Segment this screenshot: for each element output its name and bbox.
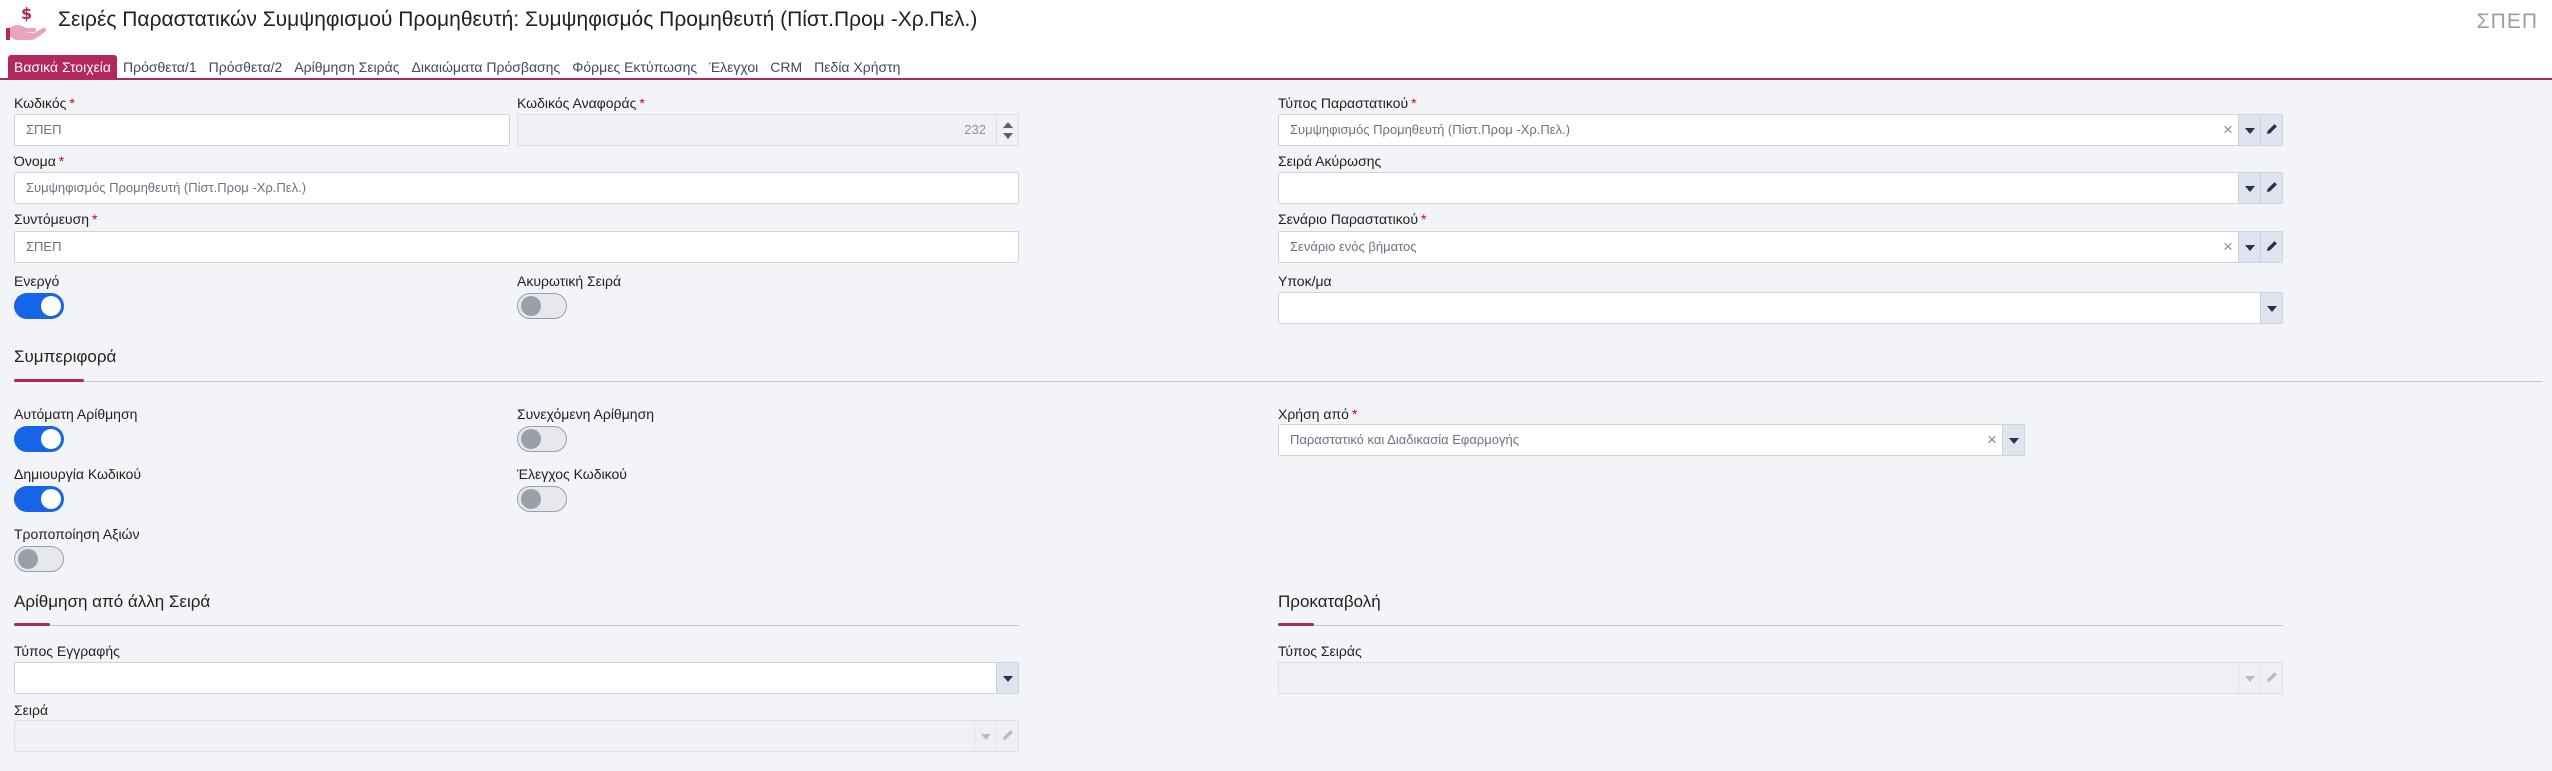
auto-numbering-toggle[interactable]	[14, 426, 64, 452]
document-scenario-label: Σενάριο Παραστατικού *	[1278, 211, 1427, 227]
used-by-select[interactable]: Παραστατικό και Διαδικασία Εφαρμογής ×	[1278, 424, 2025, 456]
chevron-down-icon[interactable]	[974, 721, 996, 751]
chevron-down-icon[interactable]	[996, 663, 1018, 693]
series-type-select[interactable]	[1278, 662, 2283, 694]
numbering-from-other-title: Αρίθμηση από άλλη Σειρά	[14, 592, 211, 611]
tab-print-forms[interactable]: Φόρμες Εκτύπωσης	[566, 55, 703, 79]
code-creation-label: Δημιουργία Κωδικού	[14, 466, 142, 482]
spin-up-icon[interactable]	[1003, 122, 1013, 128]
number-spinner[interactable]	[996, 115, 1018, 145]
cancelling-series-toggle[interactable]	[517, 293, 567, 319]
chevron-down-icon[interactable]	[2002, 425, 2024, 455]
value-modification-toggle[interactable]	[14, 546, 64, 572]
clear-icon[interactable]: ×	[2218, 115, 2238, 145]
abbreviation-label: Συντόμευση *	[14, 211, 98, 227]
tab-series-numbering[interactable]: Αρίθμηση Σειράς	[288, 55, 405, 79]
series-select[interactable]	[14, 720, 1019, 752]
clear-icon[interactable]: ×	[1982, 425, 2002, 455]
active-label: Ενεργό	[14, 273, 60, 289]
document-type-select[interactable]: Συμψηφισμός Προμηθευτή (Πίστ.Προμ -Χρ.Πε…	[1278, 114, 2283, 146]
chevron-down-icon[interactable]	[2238, 115, 2260, 145]
cancelling-series-label: Ακυρωτική Σειρά	[517, 273, 622, 289]
chevron-down-icon[interactable]	[2238, 232, 2260, 262]
behavior-section-title: Συμπεριφορά	[14, 347, 117, 366]
section-divider	[14, 625, 1019, 626]
name-field[interactable]: Συμψηφισμός Προμηθευτή (Πίστ.Προμ -Χρ.Πε…	[14, 172, 1019, 204]
continuous-numbering-toggle[interactable]	[517, 426, 567, 452]
reference-code-label: Κωδικός Αναφοράς *	[517, 95, 645, 111]
tab-checks[interactable]: Έλεγχοι	[703, 55, 764, 79]
edit-icon[interactable]	[2260, 663, 2282, 693]
cancel-series-label: Σειρά Ακύρωσης	[1278, 153, 1382, 169]
section-accent	[14, 379, 84, 382]
tab-bar: Βασικά Στοιχεία Πρόσθετα/1 Πρόσθετα/2 Αρ…	[8, 55, 906, 79]
hand-dollar-icon: $	[4, 2, 48, 42]
tab-access-rights[interactable]: Δικαιώματα Πρόσβασης	[405, 55, 566, 79]
code-field[interactable]: ΣΠΕΠ	[14, 114, 510, 146]
edit-icon[interactable]	[2260, 232, 2282, 262]
cancel-series-select[interactable]	[1278, 172, 2283, 204]
record-code: ΣΠΕΠ	[2476, 10, 2538, 33]
record-type-select[interactable]	[14, 662, 1019, 694]
tab-user-fields[interactable]: Πεδία Χρήστη	[808, 55, 906, 79]
code-creation-toggle[interactable]	[14, 486, 64, 512]
reference-code-field[interactable]: 232	[517, 114, 1019, 146]
section-divider	[14, 381, 2542, 382]
page-title: Σειρές Παραστατικών Συμψηφισμού Προμηθευ…	[58, 8, 978, 31]
spin-down-icon[interactable]	[1003, 133, 1013, 139]
chevron-down-icon[interactable]	[2238, 663, 2260, 693]
section-divider	[1278, 625, 2283, 626]
page-header: $ Σειρές Παραστατικών Συμψηφισμού Προμηθ…	[0, 0, 2552, 46]
used-by-label: Χρήση από *	[1278, 406, 1358, 422]
abbreviation-field[interactable]: ΣΠΕΠ	[14, 231, 1019, 263]
active-toggle[interactable]	[14, 293, 64, 319]
chevron-down-icon[interactable]	[2238, 173, 2260, 203]
prepayment-title: Προκαταβολή	[1278, 592, 1381, 611]
tab-extra-2[interactable]: Πρόσθετα/2	[203, 55, 289, 79]
clear-icon[interactable]: ×	[2218, 232, 2238, 262]
series-label: Σειρά	[14, 702, 49, 718]
edit-icon[interactable]	[996, 721, 1018, 751]
document-type-label: Τύπος Παραστατικού *	[1278, 95, 1417, 111]
branch-label: Υποκ/μα	[1278, 273, 1332, 289]
edit-icon[interactable]	[2260, 173, 2282, 203]
svg-text:$: $	[21, 4, 32, 23]
series-type-label: Τύπος Σειράς	[1278, 643, 1362, 659]
tab-crm[interactable]: CRM	[764, 55, 808, 79]
branch-select[interactable]	[1278, 292, 2283, 324]
tab-basic-info[interactable]: Βασικά Στοιχεία	[8, 55, 118, 79]
continuous-numbering-label: Συνεχόμενη Αρίθμηση	[517, 406, 654, 422]
chevron-down-icon[interactable]	[2260, 293, 2282, 323]
code-check-toggle[interactable]	[517, 486, 567, 512]
value-modification-label: Τροποποίηση Αξιών	[14, 526, 140, 542]
edit-icon[interactable]	[2260, 115, 2282, 145]
record-type-label: Τύπος Εγγραφής	[14, 643, 120, 659]
section-accent	[1278, 623, 1314, 626]
code-label: Κωδικός *	[14, 95, 75, 111]
form-content: Κωδικός * ΣΠΕΠ Κωδικός Αναφοράς * 232 Τύπο…	[0, 80, 2552, 771]
document-scenario-select[interactable]: Σενάριο ενός βήματος ×	[1278, 231, 2283, 263]
tab-extra-1[interactable]: Πρόσθετα/1	[117, 55, 203, 79]
name-label: Όνομα *	[14, 153, 65, 169]
auto-numbering-label: Αυτόματη Αρίθμηση	[14, 406, 138, 422]
code-check-label: Έλεγχος Κωδικού	[517, 466, 627, 482]
section-accent	[14, 623, 50, 626]
